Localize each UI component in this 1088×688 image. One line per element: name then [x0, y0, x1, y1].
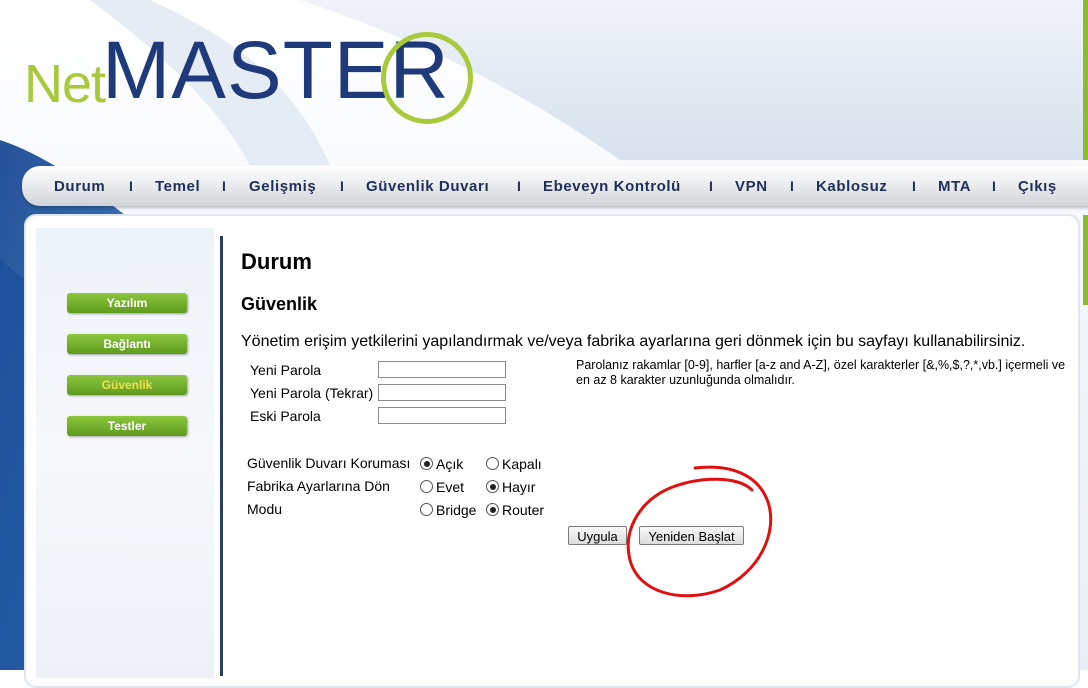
- mode-label: Modu: [247, 501, 283, 517]
- mode-router-label: Router: [502, 502, 545, 518]
- nav-gelismis[interactable]: Gelişmiş: [249, 178, 316, 195]
- nav-temel[interactable]: Temel: [155, 178, 200, 195]
- logo-master-letters: MASTE: [102, 25, 390, 116]
- factory-reset-yes-label: Evet: [436, 479, 465, 495]
- sidebar-divider: [220, 236, 223, 676]
- top-navigation: Durum I Temel I Gelişmiş I Güvenlik Duva…: [22, 166, 1088, 206]
- sidebar-item-guvenlik[interactable]: Güvenlik: [67, 375, 187, 395]
- section-title: Güvenlik: [241, 294, 318, 314]
- firewall-off-label: Kapalı: [502, 456, 542, 472]
- password-hint: Parolanız rakamlar [0-9], harfler [a-z a…: [576, 358, 1066, 387]
- factory-reset-no-radio[interactable]: [486, 480, 499, 493]
- page-title: Durum: [241, 249, 312, 274]
- mode-router-radio[interactable]: [486, 503, 499, 516]
- nav-separator: I: [129, 178, 133, 194]
- accent-edge-top: [1083, 0, 1088, 160]
- factory-reset-yes-radio[interactable]: [420, 480, 433, 493]
- firewall-off-radio[interactable]: [486, 457, 499, 470]
- sidebar-item-testler[interactable]: Testler: [67, 416, 187, 436]
- nav-durum[interactable]: Durum: [54, 178, 105, 195]
- factory-reset-no-label: Hayır: [502, 479, 536, 495]
- nav-mta[interactable]: MTA: [938, 178, 971, 195]
- logo-ring: [381, 32, 473, 124]
- nav-separator: I: [517, 178, 521, 194]
- firewall-on-radio[interactable]: [420, 457, 433, 470]
- nav-separator: I: [912, 178, 916, 194]
- factory-reset-label: Fabrika Ayarlarına Dön: [247, 478, 390, 494]
- netmaster-logo: Net MASTER: [24, 24, 474, 124]
- nav-ebeveyn-kontrolu[interactable]: Ebeveyn Kontrolü: [543, 178, 681, 195]
- nav-separator: I: [340, 178, 344, 194]
- page-description: Yönetim erişim yetkilerini yapılandırmak…: [241, 333, 1026, 350]
- mode-bridge-radio[interactable]: [420, 503, 433, 516]
- nav-kablosuz[interactable]: Kablosuz: [816, 178, 887, 195]
- firewall-on-label: Açık: [436, 456, 464, 472]
- firewall-label: Güvenlik Duvarı Koruması: [247, 455, 411, 471]
- new-password-repeat-field[interactable]: [378, 384, 506, 401]
- new-password-repeat-label: Yeni Parola (Tekrar): [250, 385, 374, 401]
- nav-separator: I: [709, 178, 713, 194]
- new-password-label: Yeni Parola: [250, 362, 322, 378]
- mode-bridge-label: Bridge: [436, 502, 477, 518]
- accent-edge-mid: [1083, 215, 1088, 305]
- nav-separator: I: [790, 178, 794, 194]
- new-password-field[interactable]: [378, 361, 506, 378]
- nav-vpn[interactable]: VPN: [735, 178, 768, 195]
- nav-guvenlik-duvari[interactable]: Güvenlik Duvarı: [366, 178, 489, 195]
- old-password-field[interactable]: [378, 407, 506, 424]
- apply-button[interactable]: Uygula: [568, 526, 627, 545]
- sidebar-item-yazilim[interactable]: Yazılım: [67, 293, 187, 313]
- nav-cikis[interactable]: Çıkış: [1018, 178, 1057, 195]
- logo-net-text: Net: [24, 54, 106, 114]
- sidebar-item-baglanti[interactable]: Bağlantı: [67, 334, 187, 354]
- old-password-label: Eski Parola: [250, 408, 321, 424]
- nav-separator: I: [222, 178, 226, 194]
- restart-button[interactable]: Yeniden Başlat: [639, 526, 744, 545]
- nav-separator: I: [992, 178, 996, 194]
